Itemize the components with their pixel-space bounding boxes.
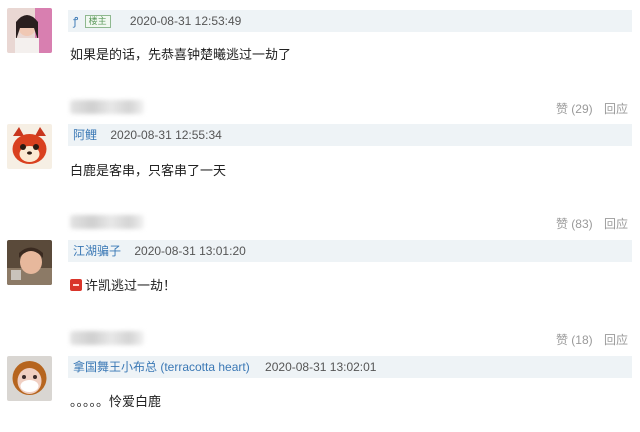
comment-text: 如果是的话，先恭喜钟楚曦逃过一劫了 bbox=[70, 47, 292, 62]
comment-actions: 赞 (83) 回应 bbox=[556, 216, 628, 232]
avatar[interactable] bbox=[7, 8, 52, 53]
owner-badge: 楼主 bbox=[84, 15, 111, 28]
blurred-info bbox=[70, 100, 144, 114]
comment-footer: 赞 (18) 回应 bbox=[0, 331, 640, 351]
girl-photo-avatar-icon bbox=[7, 8, 52, 53]
avatar[interactable] bbox=[7, 240, 52, 285]
username[interactable]: 江湖骗子 bbox=[73, 244, 121, 258]
timestamp: 2020-08-31 12:53:49 bbox=[129, 14, 242, 28]
red-emoji-icon bbox=[70, 279, 82, 291]
comment-footer: 赞 (29) 回应 bbox=[0, 100, 640, 120]
like-button[interactable]: 赞 (18) bbox=[556, 333, 593, 347]
comment-text: 。。。。。怜爱白鹿 bbox=[70, 394, 162, 409]
comment-header: 拿国舞王小布总 (terracotta heart) 2020-08-31 13… bbox=[68, 356, 632, 378]
username[interactable]: 阿鲤 bbox=[73, 128, 97, 142]
reply-button[interactable]: 回应 bbox=[604, 217, 628, 231]
comment-header: 阿鲤 2020-08-31 12:55:34 bbox=[68, 124, 632, 146]
comment-actions: 赞 (18) 回应 bbox=[556, 332, 628, 348]
masked-person-avatar-icon bbox=[7, 356, 52, 401]
blurred-info bbox=[70, 331, 144, 345]
timestamp: 2020-08-31 13:02:01 bbox=[265, 360, 377, 374]
reply-button[interactable]: 回应 bbox=[604, 333, 628, 347]
vip-icon: ꝭ bbox=[73, 16, 79, 28]
blurred-info bbox=[70, 215, 144, 229]
avatar[interactable] bbox=[7, 124, 52, 169]
comment-text: 白鹿是客串，只客串了一天 bbox=[70, 163, 227, 178]
avatar[interactable] bbox=[7, 356, 52, 401]
timestamp: 2020-08-31 12:55:34 bbox=[110, 128, 222, 142]
like-button[interactable]: 赞 (29) bbox=[556, 102, 593, 116]
timestamp: 2020-08-31 13:01:20 bbox=[134, 244, 246, 258]
comment-text: 许凯逃过一劫！ bbox=[70, 277, 176, 295]
username[interactable]: 拿国舞王小布总 (terracotta heart) bbox=[73, 360, 250, 374]
reply-button[interactable]: 回应 bbox=[604, 102, 628, 116]
comment-actions: 赞 (29) 回应 bbox=[556, 101, 628, 117]
red-cartoon-animal-avatar-icon bbox=[7, 124, 52, 169]
comment-header: ꝭ 楼主 2020-08-31 12:53:49 bbox=[68, 10, 632, 32]
comment-text-content: 许凯逃过一劫！ bbox=[85, 278, 177, 293]
comment-footer: 赞 (83) 回应 bbox=[0, 215, 640, 235]
like-button[interactable]: 赞 (83) bbox=[556, 217, 593, 231]
child-photo-avatar-icon bbox=[7, 240, 52, 285]
comment-header: 江湖骗子 2020-08-31 13:01:20 bbox=[68, 240, 632, 262]
